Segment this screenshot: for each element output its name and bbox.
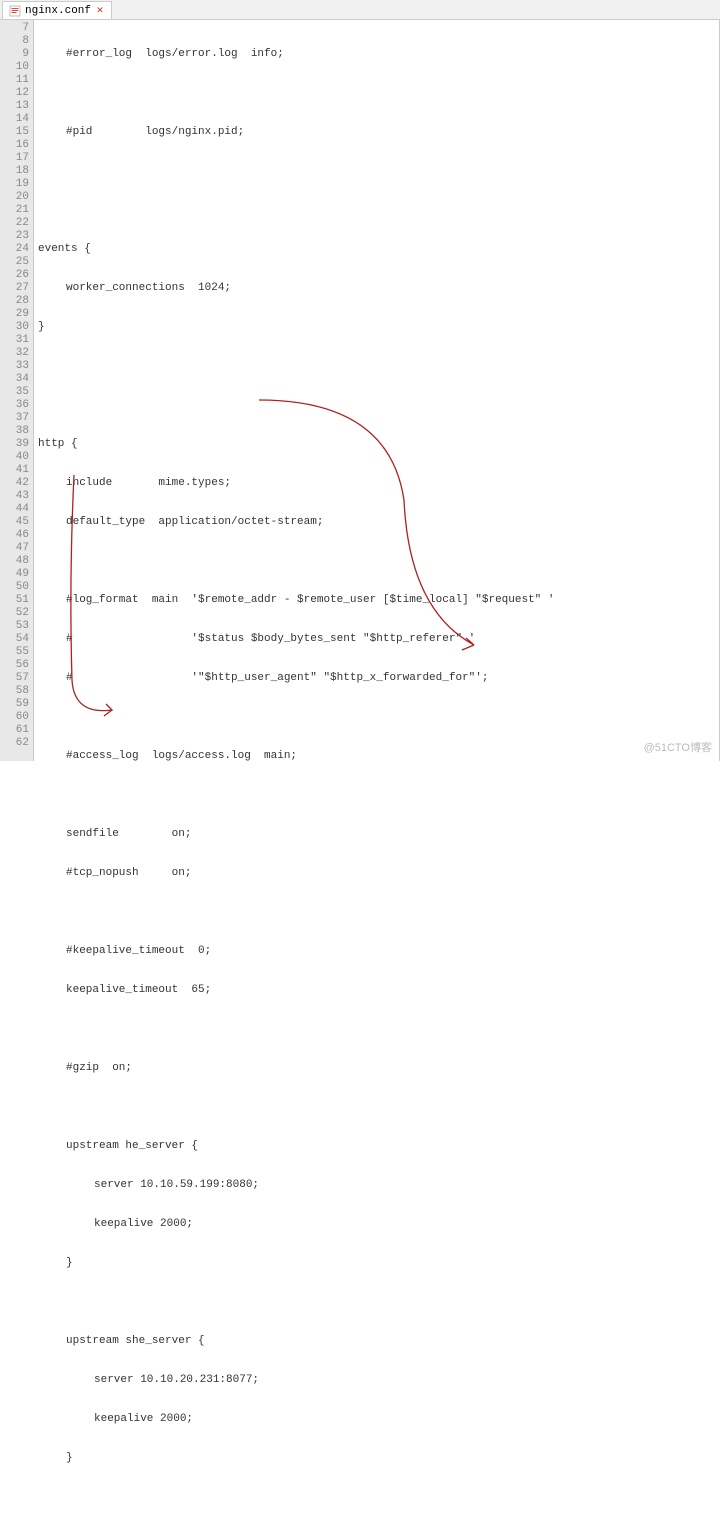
code-line <box>38 906 719 919</box>
code-line <box>38 87 719 100</box>
file-tab[interactable]: nginx.conf ✕ <box>2 1 112 19</box>
code-line: #gzip on; <box>38 1062 719 1075</box>
code-line: events { <box>38 243 719 256</box>
code-content[interactable]: #error_log logs/error.log info; #pid log… <box>34 20 720 761</box>
code-line: #tcp_nopush on; <box>38 867 719 880</box>
code-line <box>38 204 719 217</box>
code-line: server 10.10.59.199:8080; <box>38 1179 719 1192</box>
code-line: keepalive 2000; <box>38 1218 719 1231</box>
code-line <box>38 360 719 373</box>
code-line: keepalive_timeout 65; <box>38 984 719 997</box>
code-line: #log_format main '$remote_addr - $remote… <box>38 594 719 607</box>
code-line: sendfile on; <box>38 828 719 841</box>
code-line: http { <box>38 438 719 451</box>
code-line <box>38 789 719 802</box>
code-line <box>38 1296 719 1309</box>
code-line: #error_log logs/error.log info; <box>38 48 719 61</box>
code-line <box>38 1023 719 1036</box>
code-line: } <box>38 1452 719 1465</box>
code-line: # '$status $body_bytes_sent "$http_refer… <box>38 633 719 646</box>
code-line: server 10.10.20.231:8077; <box>38 1374 719 1387</box>
code-line: #access_log logs/access.log main; <box>38 750 719 763</box>
line-number-gutter: 7891011121314151617181920212223242526272… <box>0 20 34 761</box>
watermark-text: @51CTO博客 <box>644 739 712 755</box>
code-line <box>38 555 719 568</box>
tab-bar: nginx.conf ✕ <box>0 0 720 20</box>
code-line: #pid logs/nginx.pid; <box>38 126 719 139</box>
code-line: worker_connections 1024; <box>38 282 719 295</box>
code-line: } <box>38 1257 719 1270</box>
code-line: upstream she_server { <box>38 1335 719 1348</box>
close-icon[interactable]: ✕ <box>95 6 105 16</box>
code-line: } <box>38 321 719 334</box>
code-line <box>38 1101 719 1114</box>
code-line: keepalive 2000; <box>38 1413 719 1426</box>
code-line <box>38 1491 719 1504</box>
code-line: upstream he_server { <box>38 1140 719 1153</box>
code-line: #keepalive_timeout 0; <box>38 945 719 958</box>
file-icon <box>9 5 21 17</box>
tab-label: nginx.conf <box>25 5 91 17</box>
code-line <box>38 165 719 178</box>
code-line: # '"$http_user_agent" "$http_x_forwarded… <box>38 672 719 685</box>
code-line <box>38 711 719 724</box>
code-line: include mime.types; <box>38 477 719 490</box>
code-line: default_type application/octet-stream; <box>38 516 719 529</box>
editor-area: 7891011121314151617181920212223242526272… <box>0 20 720 761</box>
code-line <box>38 399 719 412</box>
